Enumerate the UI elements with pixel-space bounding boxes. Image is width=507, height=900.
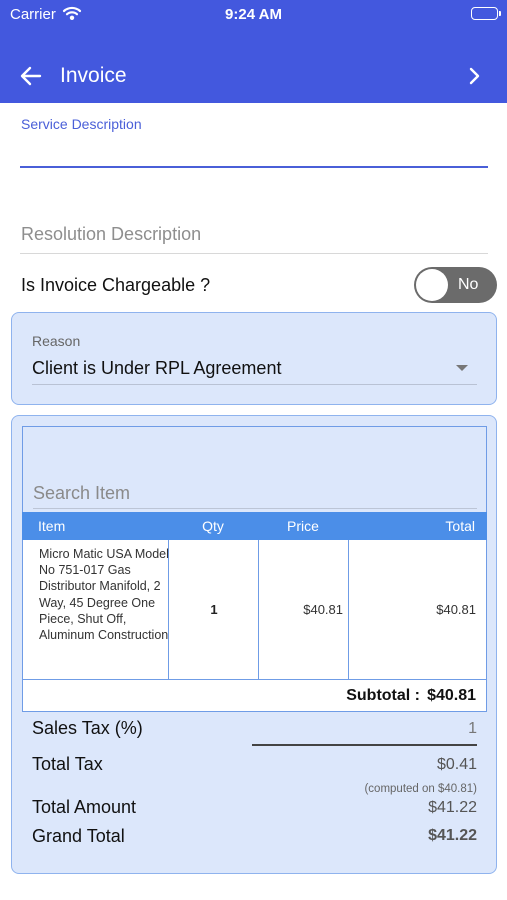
total-tax-label: Total Tax — [32, 754, 103, 774]
column-header-total: Total — [445, 518, 475, 534]
search-item-input[interactable]: Search Item — [33, 483, 130, 504]
reason-select[interactable]: Client is Under RPL Agreement — [32, 358, 281, 379]
table-bottom-border — [22, 711, 487, 712]
total-amount-label: Total Amount — [32, 797, 137, 817]
table-header: Item Qty Price Total — [22, 512, 487, 540]
column-header-item: Item — [38, 518, 66, 534]
arrow-left-icon — [20, 66, 42, 86]
total-tax-value: $0.41 — [436, 756, 477, 773]
reason-underline — [32, 384, 477, 385]
next-button[interactable] — [460, 62, 488, 90]
computed-note: (computed on $40.81) — [364, 783, 477, 795]
toggle-text: No — [458, 276, 479, 293]
service-description-underline — [20, 166, 488, 168]
search-box: Search Item — [22, 426, 487, 512]
column-header-qty: Qty — [202, 518, 224, 534]
toggle-knob — [416, 269, 448, 301]
sales-tax-input[interactable]: 1 — [262, 720, 477, 738]
chargeable-toggle[interactable]: No — [414, 267, 497, 303]
service-description-input[interactable] — [20, 136, 488, 166]
resolution-description-underline — [20, 253, 488, 254]
reason-label: Reason — [32, 333, 81, 349]
chevron-right-icon — [469, 67, 480, 85]
page-title: Invoice — [60, 64, 127, 87]
reason-panel: Reason Client is Under RPL Agreement — [11, 312, 497, 405]
grand-total-value: $41.22 — [428, 827, 477, 844]
item-price: $40.81 — [303, 602, 343, 617]
table-row[interactable]: Micro Matic USA Model No 751-017 Gas Dis… — [23, 540, 486, 679]
subtotal-value: $40.81 — [427, 687, 476, 704]
status-time: 9:24 AM — [225, 6, 282, 23]
back-button[interactable] — [16, 62, 46, 90]
search-underline — [33, 508, 477, 509]
item-total: $40.81 — [436, 602, 476, 617]
table-body: Micro Matic USA Model No 751-017 Gas Dis… — [22, 540, 487, 712]
sales-tax-label: Sales Tax (%) — [32, 718, 143, 738]
row-divider — [23, 679, 486, 680]
item-qty: 1 — [210, 602, 218, 617]
subtotal-label: Subtotal : — [346, 687, 420, 704]
column-header-price: Price — [287, 518, 319, 534]
items-panel: Search Item Item Qty Price Total Micro M… — [11, 415, 497, 874]
battery-cap — [499, 11, 501, 16]
battery-icon — [471, 7, 498, 20]
invoice-chargeable-label: Is Invoice Chargeable ? — [21, 275, 211, 295]
sales-tax-underline — [252, 744, 477, 746]
grand-total-label: Grand Total — [32, 826, 125, 846]
total-amount-value: $41.22 — [428, 799, 477, 816]
app-header: Carrier 9:24 AM Invoice — [0, 0, 507, 103]
dropdown-caret-icon[interactable] — [456, 365, 468, 371]
item-description: Micro Matic USA Model No 751-017 Gas Dis… — [39, 547, 169, 643]
resolution-description-input[interactable]: Resolution Description — [21, 224, 201, 245]
service-description-label: Service Description — [21, 116, 142, 132]
